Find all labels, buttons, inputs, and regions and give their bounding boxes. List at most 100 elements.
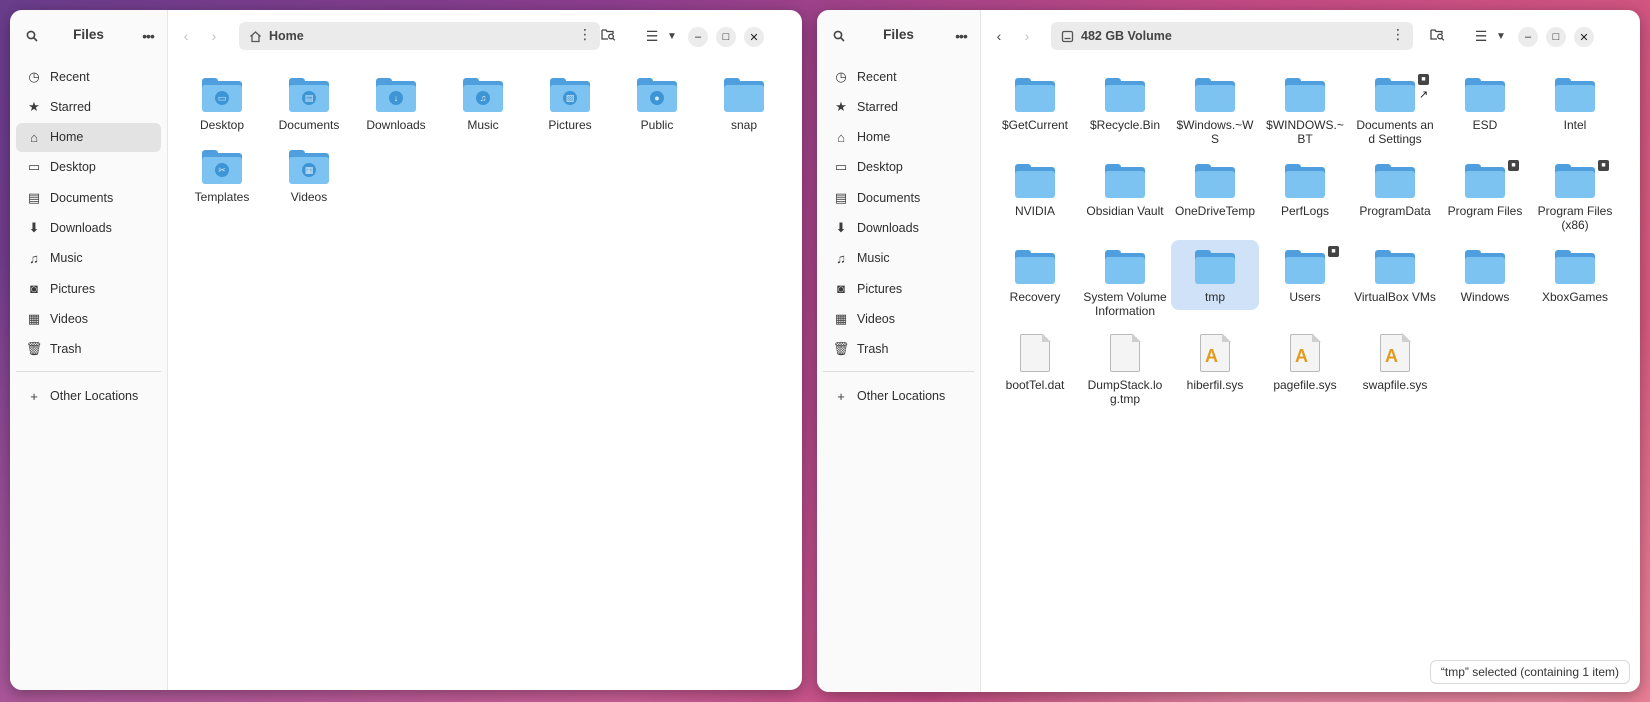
minimize-button[interactable]: – — [688, 27, 708, 47]
folder-item[interactable]: ProgramData — [1351, 154, 1439, 224]
folder-icon: ↓ — [376, 78, 416, 112]
file-item[interactable]: DumpStack.log.tmp — [1081, 326, 1169, 412]
folder-item[interactable]: ▭ Desktop — [178, 68, 266, 138]
chevron-right-icon: › — [211, 28, 217, 44]
main-menu-button[interactable]: ••• — [950, 26, 972, 46]
sidebar-item-music[interactable]: ♫ Music — [16, 244, 161, 273]
clock-icon: ◷ — [28, 68, 40, 84]
new-folder-search-button[interactable] — [1427, 26, 1447, 46]
folder-item[interactable]: $WINDOWS.~BT — [1261, 68, 1349, 152]
sidebar: Files ••• ◷ Recent ★ Starred ⌂ Home ▭ Desktop ▤ D… — [817, 10, 981, 692]
item-label: Documents and Settings — [1356, 118, 1434, 146]
sidebar-item-home[interactable]: ⌂ Home — [823, 123, 974, 152]
back-button[interactable]: ‹ — [989, 26, 1009, 46]
sidebar-item-camera[interactable]: ◙ Pictures — [16, 274, 161, 303]
sidebar-item-home[interactable]: ⌂ Home — [16, 122, 161, 152]
folder-item[interactable]: tmp — [1171, 240, 1259, 310]
sidebar-item-other-locations[interactable]: + Other Locations — [16, 382, 161, 411]
sidebar-item-label: Home — [50, 130, 84, 145]
folder-icon — [724, 78, 764, 112]
folder-icon: ■ — [1555, 160, 1609, 198]
sidebar-item-trash[interactable]: 🗑 Trash — [823, 335, 974, 364]
folder-item[interactable]: ■ Users — [1261, 240, 1349, 310]
view-list-button[interactable]: ☰ — [1471, 26, 1491, 46]
folder-item[interactable]: Windows — [1441, 240, 1529, 310]
more-vertical-icon: ⋮ — [578, 26, 592, 42]
sidebar-item-clock[interactable]: ◷ Recent — [823, 62, 974, 91]
sidebar-item-desktop[interactable]: ▭ Desktop — [16, 153, 161, 182]
new-folder-search-button[interactable] — [598, 26, 618, 46]
sidebar-item-film[interactable]: ▦ Videos — [16, 304, 161, 333]
sidebar-item-document[interactable]: ▤ Documents — [16, 183, 161, 212]
folder-item[interactable]: snap — [700, 68, 788, 138]
sidebar-item-music[interactable]: ♫ Music — [823, 244, 974, 273]
folder-item[interactable]: NVIDIA — [991, 154, 1079, 224]
close-button[interactable]: ✕ — [744, 27, 764, 47]
sidebar-item-star[interactable]: ★ Starred — [16, 92, 161, 121]
folder-item[interactable]: ■ Program Files — [1441, 154, 1529, 224]
folder-item[interactable]: PerfLogs — [1261, 154, 1349, 224]
file-item[interactable]: bootTel.dat — [991, 326, 1079, 398]
folder-item[interactable]: ✂ Templates — [178, 140, 266, 210]
path-bar[interactable]: 482 GB Volume ⋮ — [1051, 22, 1413, 50]
folder-icon — [1375, 164, 1415, 198]
item-label: $GetCurrent — [1001, 118, 1069, 132]
path-bar[interactable]: Home ⋮ — [239, 22, 600, 50]
forward-button[interactable]: › — [1017, 26, 1037, 46]
folder-item[interactable]: ↓ Downloads — [352, 68, 440, 138]
sidebar-item-trash[interactable]: 🗑 Trash — [16, 335, 161, 364]
path-menu-button[interactable]: ⋮ — [578, 26, 592, 43]
folder-search-icon — [600, 28, 616, 44]
folder-item[interactable]: OneDriveTemp — [1171, 154, 1259, 224]
folder-item[interactable]: Obsidian Vault — [1081, 154, 1169, 224]
item-label: Program Files — [1447, 204, 1523, 218]
file-item[interactable]: Aswapfile.sys — [1351, 326, 1439, 398]
folder-item[interactable]: ♫ Music — [439, 68, 527, 138]
sidebar-item-desktop[interactable]: ▭ Desktop — [823, 153, 974, 182]
folder-item[interactable]: $Windows.~WS — [1171, 68, 1259, 152]
folder-item[interactable]: XboxGames — [1531, 240, 1619, 310]
folder-item[interactable]: Intel — [1531, 68, 1619, 138]
sidebar-item-star[interactable]: ★ Starred — [823, 92, 974, 121]
maximize-button[interactable]: □ — [716, 27, 736, 47]
more-horizontal-icon: ••• — [142, 28, 155, 44]
back-button[interactable]: ‹ — [176, 26, 196, 46]
folder-item[interactable]: VirtualBox VMs — [1351, 240, 1439, 310]
folder-item[interactable]: ▨ Pictures — [526, 68, 614, 138]
forward-button[interactable]: › — [204, 26, 224, 46]
folder-icon — [1375, 250, 1415, 284]
path-menu-button[interactable]: ⋮ — [1391, 26, 1405, 43]
close-button[interactable]: ✕ — [1574, 27, 1594, 47]
folder-item[interactable]: ESD — [1441, 68, 1529, 138]
more-horizontal-icon: ••• — [955, 28, 968, 44]
folder-item[interactable]: ■ ↗ Documents and Settings — [1351, 68, 1439, 152]
file-item[interactable]: Ahiberfil.sys — [1171, 326, 1259, 398]
folder-item[interactable]: ● Public — [613, 68, 701, 138]
view-list-button[interactable]: ☰ — [642, 26, 662, 46]
sidebar-item-camera[interactable]: ◙ Pictures — [823, 274, 974, 303]
executable-file-icon: A — [1200, 333, 1231, 372]
sidebar-item-download[interactable]: ⬇ Downloads — [16, 213, 161, 242]
sidebar-header: Files ••• — [10, 10, 167, 62]
sidebar-item-clock[interactable]: ◷ Recent — [16, 62, 161, 91]
view-options-dropdown[interactable]: ▼ — [662, 26, 682, 46]
folder-item[interactable]: $Recycle.Bin — [1081, 68, 1169, 138]
sidebar-item-download[interactable]: ⬇ Downloads — [823, 213, 974, 242]
folder-item[interactable]: ■ Program Files (x86) — [1531, 154, 1619, 238]
folder-item[interactable]: ▤ Documents — [265, 68, 353, 138]
sidebar-item-other-locations[interactable]: + Other Locations — [823, 382, 974, 411]
folder-item[interactable]: Recovery — [991, 240, 1079, 310]
folder-item[interactable]: ▦ Videos — [265, 140, 353, 210]
sidebar-places: ◷ Recent ★ Starred ⌂ Home ▭ Desktop ▤ Documents ⬇ D… — [10, 62, 167, 364]
sidebar-item-document[interactable]: ▤ Documents — [823, 183, 974, 212]
main-menu-button[interactable]: ••• — [137, 26, 159, 46]
minimize-button[interactable]: – — [1518, 27, 1538, 47]
folder-icon — [1105, 250, 1145, 284]
sidebar-item-film[interactable]: ▦ Videos — [823, 304, 974, 333]
file-item[interactable]: Apagefile.sys — [1261, 326, 1349, 398]
maximize-button[interactable]: □ — [1546, 27, 1566, 47]
view-options-dropdown[interactable]: ▼ — [1491, 26, 1511, 46]
folder-icon — [1105, 164, 1145, 198]
folder-item[interactable]: System Volume Information — [1081, 240, 1169, 324]
folder-item[interactable]: $GetCurrent — [991, 68, 1079, 138]
